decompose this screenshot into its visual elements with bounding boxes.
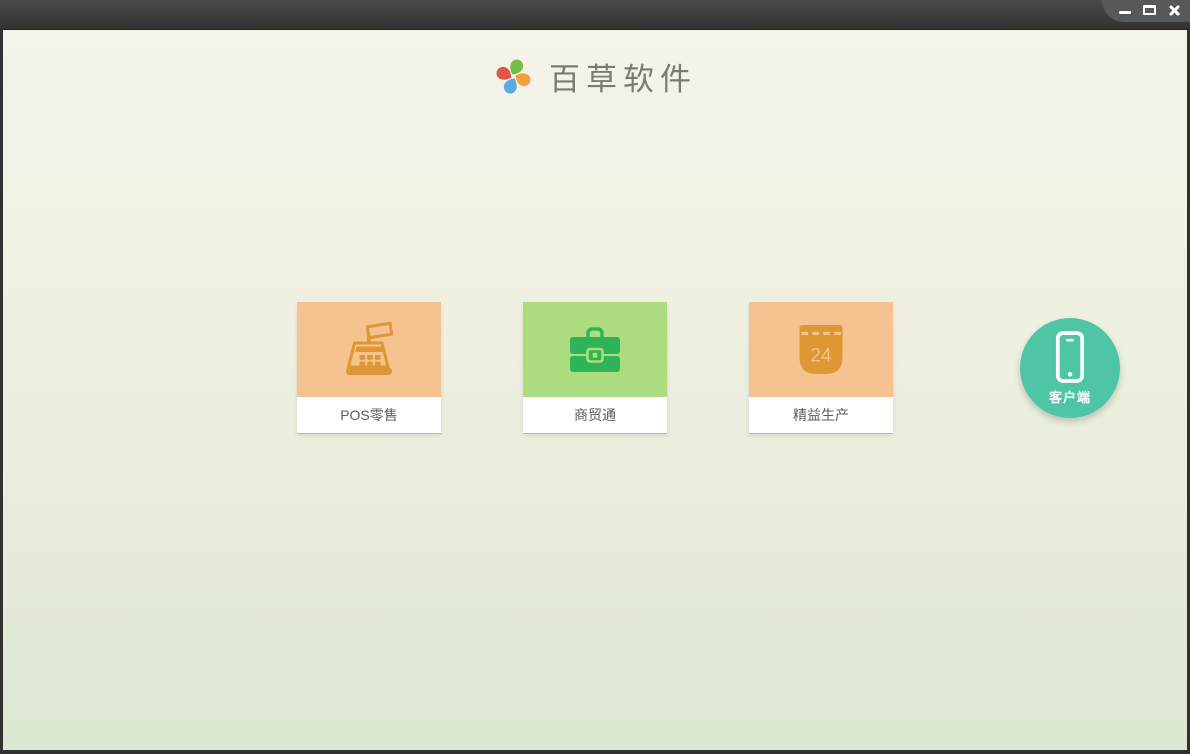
client-button[interactable]: 客户端	[1020, 318, 1120, 418]
minimize-button[interactable]	[1116, 3, 1133, 18]
product-label-trade: 商贸通	[523, 397, 667, 433]
product-tile-trade	[523, 302, 667, 397]
client-label: 客户端	[1048, 389, 1091, 405]
briefcase-icon	[570, 326, 620, 372]
calendar-icon: 24	[799, 324, 843, 374]
close-icon	[1168, 4, 1181, 17]
maximize-icon	[1143, 5, 1156, 15]
window-controls	[1116, 2, 1183, 18]
maximize-button[interactable]	[1141, 3, 1158, 18]
product-tile-lean: 24	[749, 302, 893, 397]
smartphone-icon	[1055, 330, 1085, 383]
cash-register-icon	[346, 321, 394, 375]
main-content: 百草软件 POS零售 商贸通 24 精益生产 客户端	[3, 30, 1187, 750]
product-label-lean: 精益生产	[749, 397, 893, 433]
product-card-trade[interactable]: 商贸通	[523, 302, 667, 433]
app-title: 百草软件	[549, 62, 697, 98]
minimize-icon	[1118, 10, 1131, 14]
product-label-pos: POS零售	[297, 397, 441, 433]
pinwheel-logo-icon	[496, 59, 531, 94]
product-tile-pos	[297, 302, 441, 397]
calendar-day-number: 24	[810, 345, 832, 366]
product-card-lean[interactable]: 24 精益生产	[749, 302, 893, 433]
app-window: { "window": { "controls": { "minimize": …	[0, 0, 1190, 754]
close-button[interactable]	[1166, 3, 1183, 18]
product-card-pos[interactable]: POS零售	[297, 302, 441, 433]
titlebar[interactable]	[0, 0, 1190, 30]
brand: 百草软件	[3, 54, 1187, 99]
